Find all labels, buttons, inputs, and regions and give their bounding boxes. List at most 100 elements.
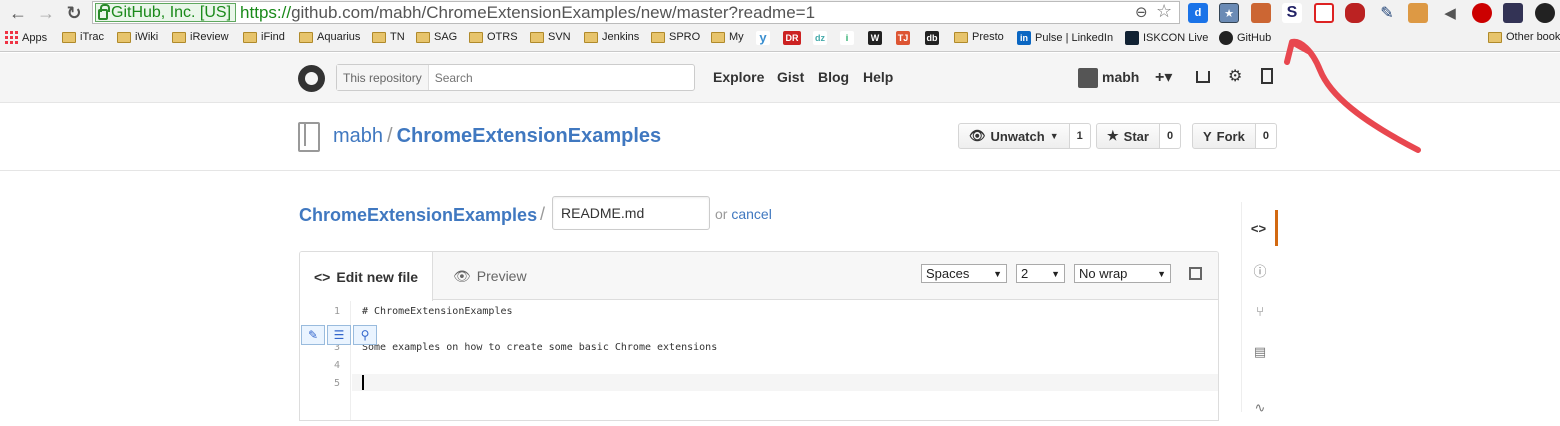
- extension-s-icon[interactable]: S: [1282, 3, 1302, 23]
- breadcrumb-repo-link[interactable]: ChromeExtensionExamples: [299, 205, 537, 226]
- extension-calendar-icon[interactable]: [1314, 3, 1334, 23]
- folder-icon: [1488, 31, 1502, 43]
- url-text: github.com/mabh/ChromeExtensionExamples/…: [291, 2, 816, 22]
- pencil-icon[interactable]: ✎: [301, 325, 325, 345]
- bookmark-y-icon[interactable]: y: [756, 31, 770, 45]
- pulse-icon[interactable]: ∿: [1242, 390, 1278, 426]
- repo-name-link[interactable]: ChromeExtensionExamples: [397, 125, 662, 147]
- extension-book-icon[interactable]: [1251, 3, 1271, 23]
- inbox-icon[interactable]: [1196, 71, 1210, 83]
- extension-pen-icon[interactable]: ✎: [1377, 3, 1397, 23]
- watch-count[interactable]: 1: [1069, 123, 1091, 149]
- eye-icon: 👁: [453, 267, 471, 284]
- code-icon: <>: [314, 268, 331, 285]
- magnifier-icon[interactable]: ⚲: [353, 325, 377, 345]
- star-button[interactable]: ★ Star: [1096, 123, 1160, 149]
- create-new-icon[interactable]: +▾: [1155, 67, 1172, 87]
- bookmark-pulse-linkedin[interactable]: in Pulse | LinkedIn: [1017, 31, 1113, 45]
- extension-star-icon[interactable]: ★: [1219, 3, 1239, 23]
- ev-certificate-badge[interactable]: GitHub, Inc. [US]: [95, 3, 237, 22]
- forward-icon[interactable]: →: [32, 2, 60, 24]
- gear-icon[interactable]: ⚙: [1228, 66, 1242, 86]
- nav-help[interactable]: Help: [863, 69, 893, 85]
- bookmark-star-icon[interactable]: ☆: [1156, 1, 1172, 22]
- indent-size-select[interactable]: 2 ▼: [1016, 264, 1065, 283]
- bookmarks-bar: Apps iTrac iWiki iReview iFind Aquarius …: [0, 26, 1560, 52]
- code-line[interactable]: Some examples on how to create some basi…: [362, 342, 717, 353]
- bookmark-sag[interactable]: SAG: [416, 31, 457, 43]
- folder-icon: [584, 31, 598, 43]
- avatar[interactable]: [1078, 68, 1098, 88]
- line-number: 5: [333, 378, 340, 389]
- folder-icon: [416, 31, 430, 43]
- bookmark-my[interactable]: My: [711, 31, 744, 43]
- fullscreen-icon[interactable]: [1189, 267, 1202, 280]
- bookmark-spro[interactable]: SPRO: [651, 31, 700, 43]
- url-scheme: https://: [240, 2, 292, 22]
- code-line[interactable]: # ChromeExtensionExamples: [362, 306, 513, 317]
- bookmark-iskcon-live[interactable]: ISKCON Live: [1125, 31, 1208, 45]
- tab-edit-new-file[interactable]: <> Edit new file: [300, 252, 434, 301]
- github-logo-icon[interactable]: [298, 65, 325, 92]
- cancel-link[interactable]: cancel: [731, 206, 771, 222]
- folder-icon: [469, 31, 483, 43]
- repo-owner-link[interactable]: mabh: [333, 125, 383, 147]
- bookmark-iwiki[interactable]: iWiki: [117, 31, 158, 43]
- pull-request-icon[interactable]: ⑂: [1242, 293, 1278, 329]
- zoom-icon[interactable]: ⊖: [1135, 3, 1148, 21]
- extension-circle-icon[interactable]: [1535, 3, 1555, 23]
- bookmark-info-icon[interactable]: i: [840, 31, 854, 45]
- extension-chart-icon[interactable]: [1503, 3, 1523, 23]
- code-icon[interactable]: <>: [1242, 210, 1278, 246]
- search-bar[interactable]: This repository: [336, 64, 695, 91]
- username-link[interactable]: mabh: [1102, 69, 1139, 85]
- extension-speaker-icon[interactable]: ◀: [1440, 3, 1460, 23]
- sign-out-icon[interactable]: [1261, 68, 1273, 84]
- nav-explore[interactable]: Explore: [713, 69, 764, 85]
- bookmark-db-icon[interactable]: db: [925, 31, 939, 45]
- bookmark-ifind[interactable]: iFind: [243, 31, 285, 43]
- fork-count[interactable]: 0: [1255, 123, 1277, 149]
- nav-gist[interactable]: Gist: [777, 69, 804, 85]
- bookmark-presto[interactable]: Presto: [954, 31, 1004, 43]
- editor-tabs: <> Edit new file 👁 Preview Spaces ▼ 2 ▼ No w…: [300, 252, 1218, 301]
- extension-sofa-icon[interactable]: [1345, 3, 1365, 23]
- search-input[interactable]: [428, 70, 679, 85]
- star-count[interactable]: 0: [1159, 123, 1182, 149]
- bookmark-svn[interactable]: SVN: [530, 31, 571, 43]
- bookmark-itrac[interactable]: iTrac: [62, 31, 104, 43]
- bookmark-other[interactable]: Other book: [1488, 31, 1560, 43]
- repo-sidebar: <> ⓘ ⑂ ▤ ∿: [1241, 202, 1281, 415]
- bookmark-github[interactable]: GitHub: [1219, 31, 1271, 45]
- nav-blog[interactable]: Blog: [818, 69, 849, 85]
- cancel-text: or cancel: [715, 206, 772, 222]
- github-header: This repository Explore Gist Blog Help m…: [0, 53, 1560, 103]
- folder-icon: [954, 31, 968, 43]
- bookmark-dr-icon[interactable]: DR: [783, 31, 801, 45]
- indent-mode-select[interactable]: Spaces ▼: [921, 264, 1007, 283]
- bookmark-apps[interactable]: Apps: [5, 31, 47, 44]
- bookmark-aquarius[interactable]: Aquarius: [299, 31, 360, 43]
- bookmark-otrs[interactable]: OTRS: [469, 31, 518, 43]
- extension-d-icon[interactable]: d: [1188, 3, 1208, 23]
- issues-icon[interactable]: ⓘ: [1242, 252, 1278, 288]
- extension-box-icon[interactable]: [1408, 3, 1428, 23]
- chevron-down-icon: ▼: [1051, 268, 1060, 279]
- bookmark-ireview[interactable]: iReview: [172, 31, 229, 43]
- back-icon[interactable]: ←: [4, 2, 32, 24]
- bookmark-tj-icon[interactable]: TJ: [896, 31, 910, 45]
- fork-button[interactable]: Y Fork: [1192, 123, 1256, 149]
- unwatch-button[interactable]: 👁 Unwatch ▼: [958, 123, 1070, 149]
- comment-icon[interactable]: ☰: [327, 325, 351, 345]
- bookmark-dz-icon[interactable]: dz: [813, 31, 827, 45]
- filename-input[interactable]: [552, 196, 710, 230]
- reload-icon[interactable]: ↻: [60, 2, 88, 24]
- extension-stop-icon[interactable]: [1472, 3, 1492, 23]
- address-bar[interactable]: GitHub, Inc. [US] https:// github.com/ma…: [92, 1, 1180, 24]
- bookmark-tn[interactable]: TN: [372, 31, 405, 43]
- wrap-mode-select[interactable]: No wrap ▼: [1074, 264, 1171, 283]
- wiki-icon[interactable]: ▤: [1242, 334, 1278, 370]
- bookmark-w-icon[interactable]: W: [868, 31, 882, 45]
- bookmark-jenkins[interactable]: Jenkins: [584, 31, 639, 43]
- tab-preview[interactable]: 👁 Preview: [439, 252, 541, 300]
